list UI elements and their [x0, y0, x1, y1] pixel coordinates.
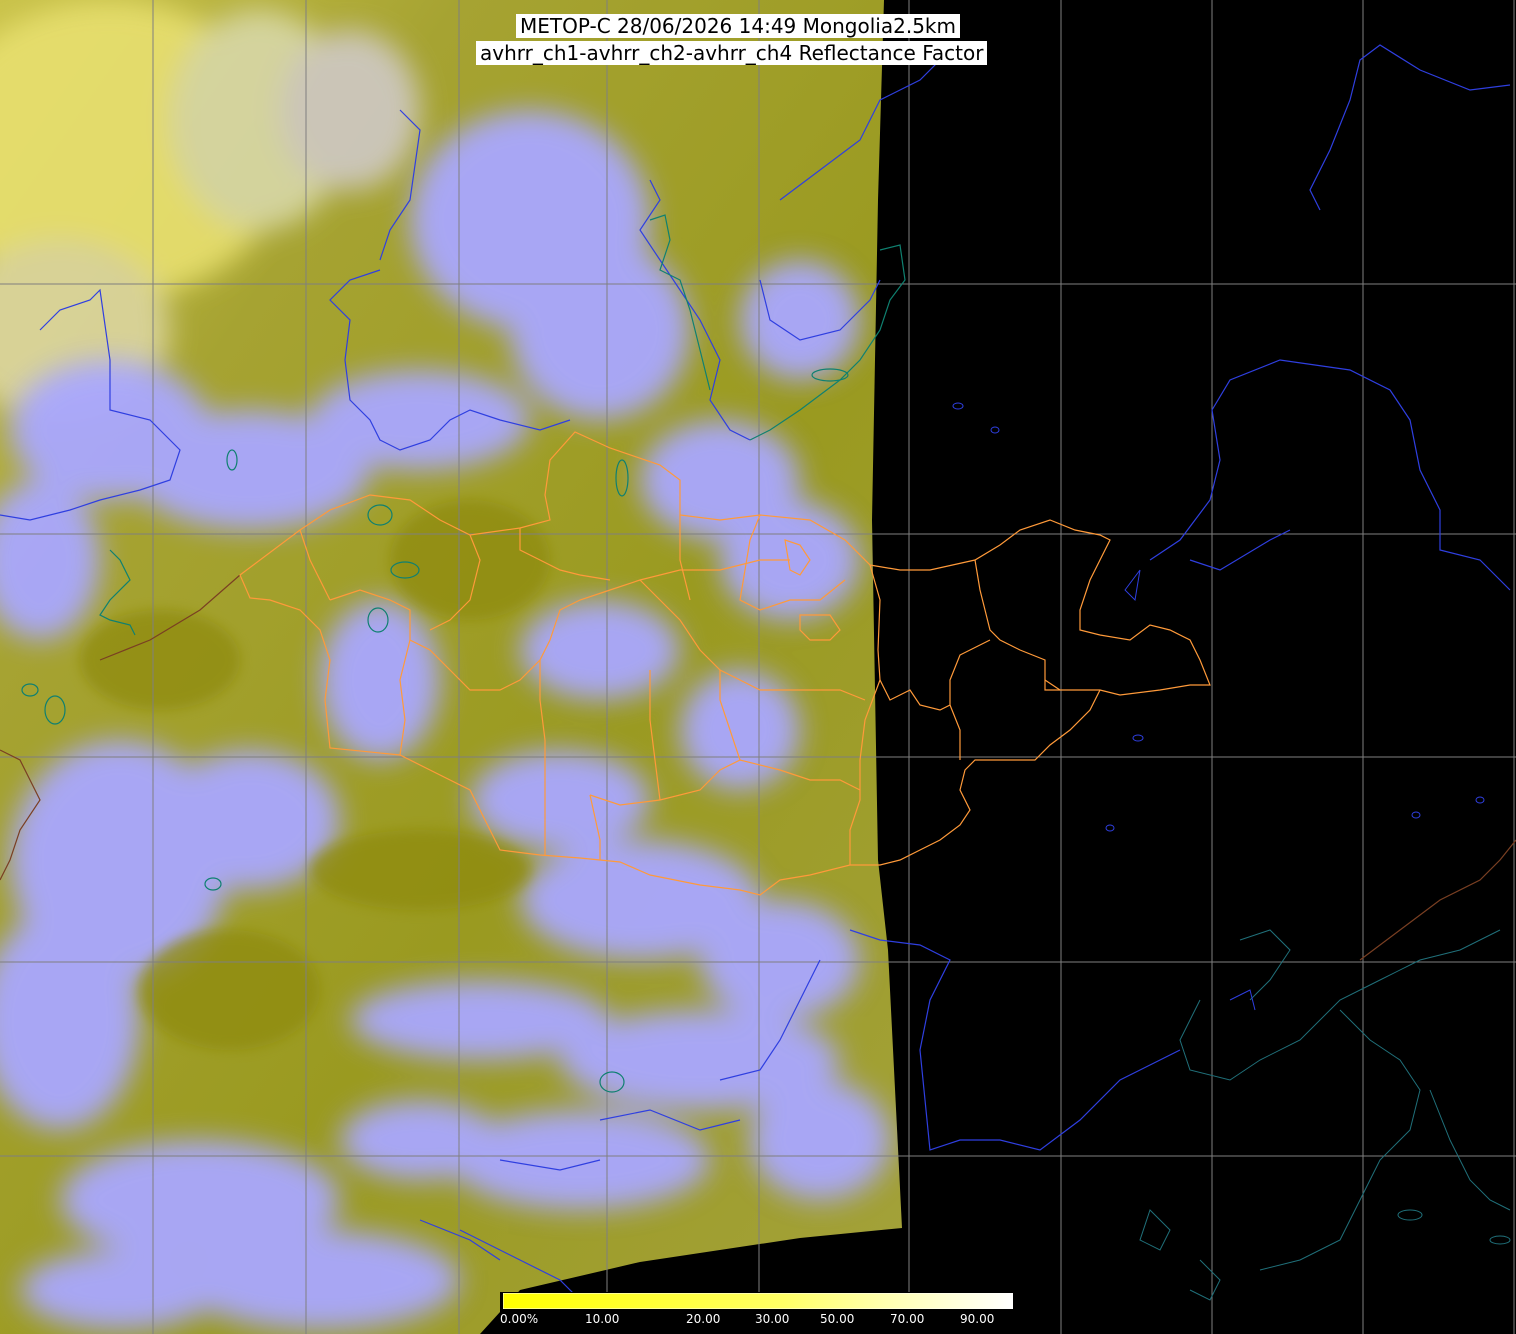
color-scale-legend: 0.00% 10.00 20.00 30.00 50.00 70.00 90.0… — [500, 1292, 1016, 1334]
legend-label-3: 30.00 — [755, 1312, 790, 1326]
legend-label-1: 10.00 — [585, 1312, 620, 1326]
legend-color-bar — [503, 1293, 1013, 1309]
legend-label-0: 0.00% — [500, 1312, 539, 1326]
legend-label-5: 70.00 — [890, 1312, 925, 1326]
legend-label-4: 50.00 — [820, 1312, 855, 1326]
satellite-map — [0, 0, 1516, 1334]
satellite-swath — [0, 0, 902, 1334]
map-title-line-1: METOP-C 28/06/2026 14:49 Mongolia2.5km — [516, 14, 960, 38]
map-title-line-2: avhrr_ch1-avhrr_ch2-avhrr_ch4 Reflectanc… — [476, 41, 988, 65]
legend-label-2: 20.00 — [686, 1312, 721, 1326]
legend-label-6: 90.00 — [960, 1312, 995, 1326]
